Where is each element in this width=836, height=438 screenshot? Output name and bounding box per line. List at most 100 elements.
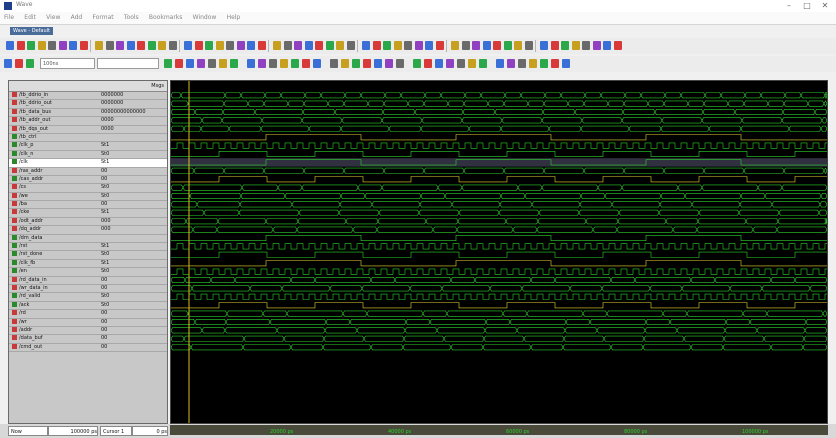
menu-window[interactable]: Window xyxy=(189,12,221,24)
zoom-full-icon[interactable] xyxy=(247,59,255,68)
break-icon[interactable] xyxy=(280,59,288,68)
undo-icon[interactable] xyxy=(383,41,391,50)
run-length-field[interactable]: 100ns xyxy=(40,58,95,69)
run-icon[interactable] xyxy=(283,41,292,50)
save-icon[interactable] xyxy=(313,59,321,68)
print-icon[interactable] xyxy=(27,41,35,50)
signal-row[interactable]: /cke xyxy=(9,209,112,218)
undo-icon[interactable] xyxy=(197,59,205,68)
step-icon[interactable] xyxy=(137,41,145,50)
find-icon[interactable] xyxy=(219,59,227,68)
find-icon[interactable] xyxy=(551,59,559,68)
signal-row[interactable]: /dq_addr xyxy=(9,226,112,235)
signal-row[interactable]: /wr xyxy=(9,318,112,327)
zoom-in-icon[interactable] xyxy=(396,59,404,68)
zoom-out-icon[interactable] xyxy=(582,41,590,50)
break-icon[interactable] xyxy=(446,59,454,68)
break-icon[interactable] xyxy=(461,41,470,50)
copy-icon[interactable] xyxy=(524,41,533,50)
paste-icon[interactable] xyxy=(352,59,360,68)
menu-edit[interactable]: Edit xyxy=(20,12,40,24)
restart-icon[interactable] xyxy=(158,41,166,50)
signal-row[interactable]: /tb_addr_out xyxy=(9,117,112,126)
cut-icon[interactable] xyxy=(194,41,203,50)
step-icon[interactable] xyxy=(294,41,302,50)
signal-row[interactable]: /rst xyxy=(9,243,112,252)
step-icon[interactable] xyxy=(15,59,23,68)
save-icon[interactable] xyxy=(336,41,344,50)
step-icon[interactable] xyxy=(269,59,277,68)
save-icon[interactable] xyxy=(479,59,487,68)
copy-icon[interactable] xyxy=(507,59,515,68)
cut-icon[interactable] xyxy=(164,59,172,68)
undo-icon[interactable] xyxy=(69,41,77,50)
run-icon[interactable] xyxy=(258,59,266,68)
zoom-full-icon[interactable] xyxy=(435,41,444,50)
signal-row[interactable]: /data_buf xyxy=(9,335,112,344)
signal-row[interactable]: /dm_data xyxy=(9,234,112,244)
restart-icon[interactable] xyxy=(472,41,480,50)
save-icon[interactable] xyxy=(16,41,25,50)
run-icon[interactable] xyxy=(424,59,432,68)
menu-bookmarks[interactable]: Bookmarks xyxy=(145,12,187,24)
find-icon[interactable] xyxy=(247,41,255,50)
cut-icon[interactable] xyxy=(514,41,522,50)
find-icon[interactable] xyxy=(404,41,412,50)
signal-row[interactable]: /tb_ddrio_out xyxy=(9,100,112,109)
open-icon[interactable] xyxy=(6,41,14,50)
signal-row[interactable]: /odt_addr xyxy=(9,217,112,227)
cut-icon[interactable] xyxy=(496,59,504,68)
zoom-in-icon[interactable] xyxy=(257,41,266,50)
zoom-full-icon[interactable] xyxy=(273,41,281,50)
signal-row[interactable]: /rd_data_in xyxy=(9,276,112,285)
print-icon[interactable] xyxy=(503,41,512,50)
paste-icon[interactable] xyxy=(215,41,224,50)
find-icon[interactable] xyxy=(561,41,569,50)
signal-row[interactable]: /tb_dqs_out xyxy=(9,125,112,134)
redo-icon[interactable] xyxy=(208,59,216,68)
waveform-canvas[interactable] xyxy=(171,81,827,423)
paste-icon[interactable] xyxy=(186,59,194,68)
undo-icon[interactable] xyxy=(540,41,548,50)
open-icon[interactable] xyxy=(468,59,476,68)
copy-icon[interactable] xyxy=(205,41,213,50)
run-icon[interactable] xyxy=(126,41,135,50)
signal-row[interactable]: /clk_n xyxy=(9,150,112,160)
signal-row[interactable]: /tb_ctrl xyxy=(9,133,112,143)
find-icon[interactable] xyxy=(385,59,393,68)
run-icon[interactable] xyxy=(603,41,611,50)
zoom-in-icon[interactable] xyxy=(562,59,570,68)
signal-row[interactable]: /ba xyxy=(9,201,112,210)
redo-icon[interactable] xyxy=(79,41,88,50)
menu-format[interactable]: Format xyxy=(88,12,117,24)
maximize-button[interactable]: □ xyxy=(798,0,816,12)
paste-icon[interactable] xyxy=(58,41,67,50)
zoom-out-icon[interactable] xyxy=(425,41,433,50)
signal-row[interactable]: /rd_valid xyxy=(9,293,112,302)
redo-icon[interactable] xyxy=(374,59,382,68)
copy-icon[interactable] xyxy=(341,59,349,68)
open-icon[interactable] xyxy=(482,41,491,50)
break-icon[interactable] xyxy=(147,41,156,50)
undo-icon[interactable] xyxy=(529,59,537,68)
step-back-icon[interactable] xyxy=(4,59,12,68)
undo-icon[interactable] xyxy=(226,41,234,50)
undo-icon[interactable] xyxy=(363,59,371,68)
close-button[interactable]: ✕ xyxy=(816,0,834,12)
zoom-field[interactable] xyxy=(97,58,159,69)
signal-row[interactable]: /wr_data_in xyxy=(9,284,112,294)
signal-row[interactable]: /en xyxy=(9,268,112,277)
step-icon[interactable] xyxy=(435,59,443,68)
signal-row[interactable]: /addr xyxy=(9,326,112,336)
zoom-in-icon[interactable] xyxy=(414,41,423,50)
menu-add[interactable]: Add xyxy=(67,12,87,24)
menu-tools[interactable]: Tools xyxy=(120,12,143,24)
signal-row[interactable]: /cas_addr xyxy=(9,175,112,185)
signal-row[interactable]: /ras_addr xyxy=(9,167,112,176)
redo-icon[interactable] xyxy=(393,41,402,50)
zoom-full-icon[interactable] xyxy=(592,41,601,50)
redo-icon[interactable] xyxy=(550,41,559,50)
signal-row[interactable]: /tb_ddrio_in xyxy=(9,92,112,101)
open-icon[interactable] xyxy=(168,41,177,50)
paste-icon[interactable] xyxy=(518,59,526,68)
